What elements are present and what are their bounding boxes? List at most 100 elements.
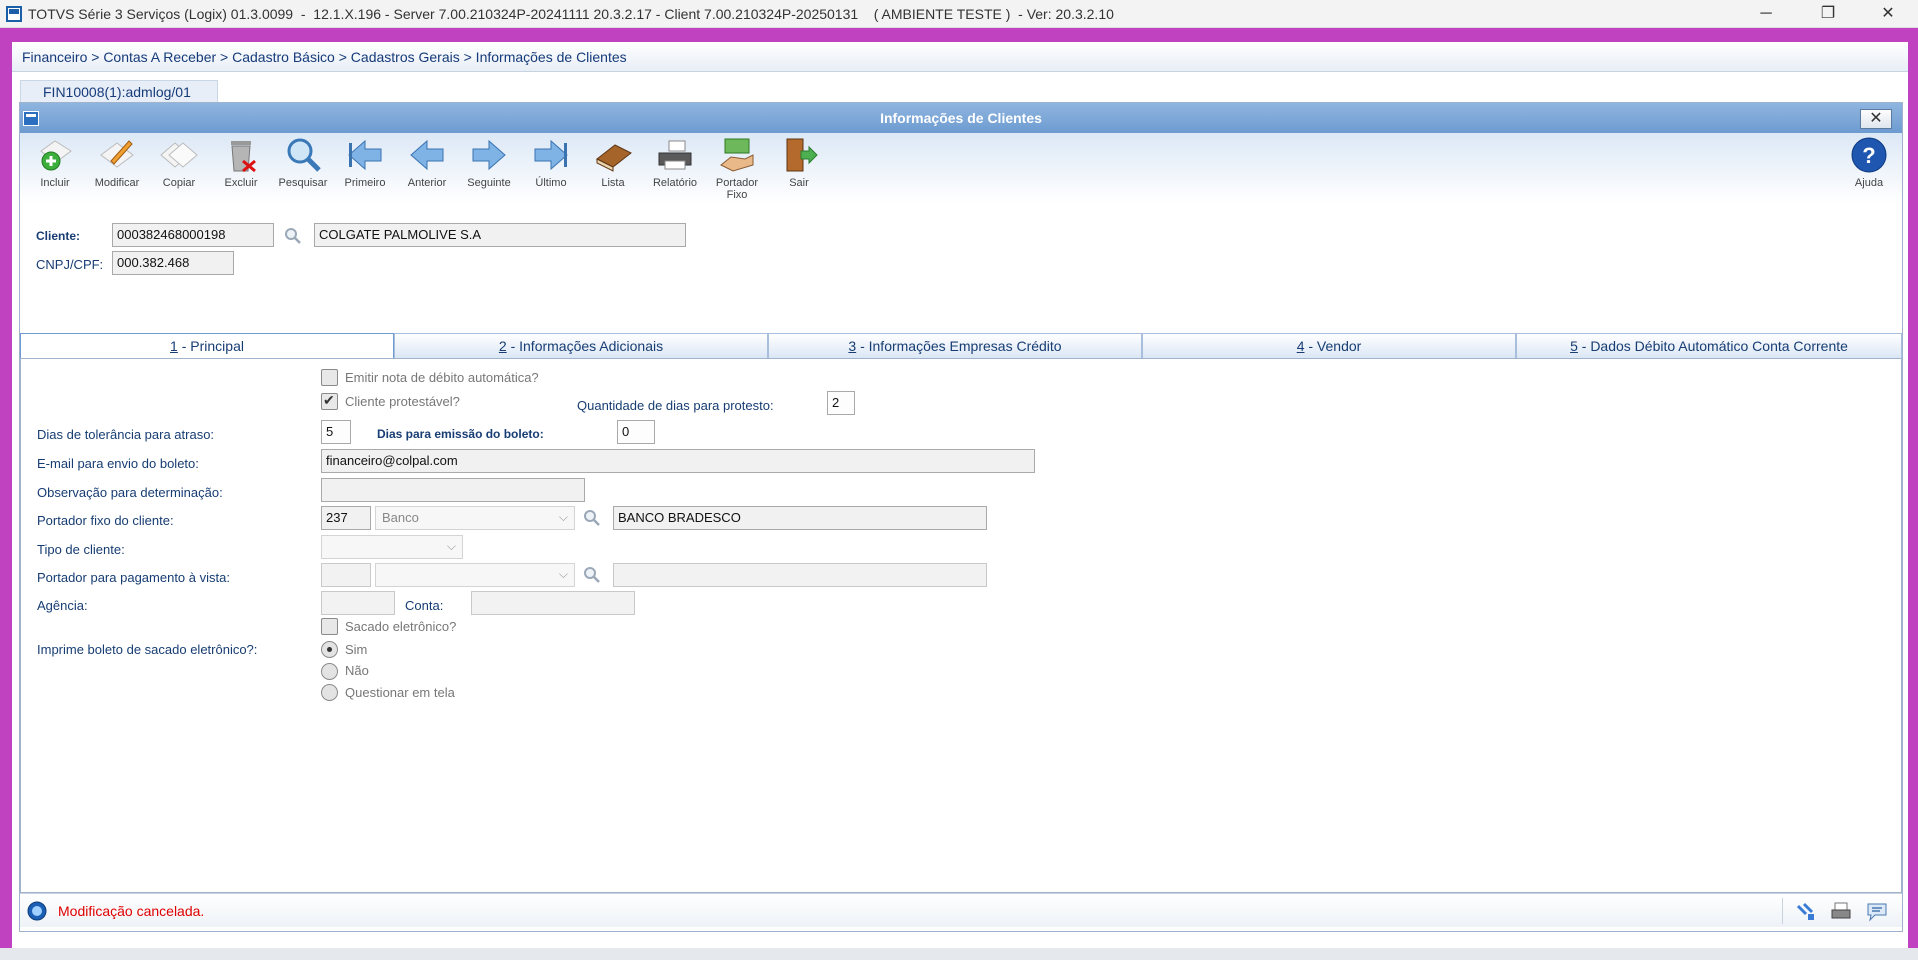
- dias-tolerancia-field[interactable]: 5: [321, 420, 351, 444]
- portador-fixo-tipo-value: Banco: [382, 510, 419, 525]
- ajuda-button[interactable]: ? Ajuda: [1840, 135, 1898, 201]
- dialog-informacoes-clientes: Informações de Clientes ✕ Incluir Modifi…: [19, 102, 1903, 932]
- cliente-search-icon[interactable]: [284, 227, 302, 245]
- conta-label: Conta:: [405, 598, 444, 613]
- printer-settings-icon[interactable]: [1830, 900, 1852, 922]
- relatorio-label: Relatório: [652, 177, 698, 189]
- trash-icon: [231, 141, 256, 173]
- email-label: E-mail para envio do boleto:: [37, 456, 199, 471]
- status-bar: Modificação cancelada.: [20, 893, 1902, 927]
- sacado-eletronico-checkbox[interactable]: [321, 618, 338, 635]
- tipo-cliente-select[interactable]: ⌵: [321, 535, 463, 559]
- cliente-protestavel-checkbox[interactable]: [321, 392, 338, 410]
- dialog-titlebar: Informações de Clientes ✕: [20, 103, 1902, 133]
- taskbar-strip: [0, 948, 1918, 960]
- pesquisar-label: Pesquisar: [278, 177, 328, 189]
- qtd-dias-protesto-label: Quantidade de dias para protesto:: [577, 398, 774, 413]
- copiar-button[interactable]: Copiar: [150, 135, 208, 201]
- email-field[interactable]: financeiro@colpal.com: [321, 449, 1035, 473]
- close-window-button[interactable]: ✕: [1868, 2, 1908, 26]
- tab-informacoes-empresas-credito[interactable]: 3 - Informações Empresas Crédito: [768, 333, 1142, 359]
- add-document-icon: [40, 140, 72, 171]
- dias-emissao-field[interactable]: 0: [617, 420, 655, 444]
- last-record-icon: [534, 139, 568, 171]
- anterior-button[interactable]: Anterior: [398, 135, 456, 201]
- cliente-label: Cliente:: [36, 229, 81, 243]
- sair-button[interactable]: Sair: [770, 135, 828, 201]
- tab-5-label: - Dados Débito Automático Conta Corrente: [1577, 338, 1848, 354]
- chevron-down-icon: ⌵: [558, 510, 568, 524]
- qtd-dias-protesto-field[interactable]: 2: [827, 391, 855, 415]
- status-divider: [1782, 898, 1783, 924]
- message-icon[interactable]: [1866, 900, 1888, 922]
- globe-icon: [27, 901, 47, 921]
- minimize-button[interactable]: ─: [1746, 2, 1786, 26]
- primeiro-button[interactable]: Primeiro: [336, 135, 394, 201]
- magnifier-icon: [287, 138, 321, 172]
- primeiro-label: Primeiro: [344, 177, 386, 189]
- dialog-close-button[interactable]: ✕: [1860, 109, 1892, 129]
- anterior-label: Anterior: [407, 177, 447, 189]
- portador-vista-label: Portador para pagamento à vista:: [37, 570, 230, 585]
- portador-fixo-label: Portador Fixo: [715, 177, 759, 201]
- portador-fixo-search-icon[interactable]: [583, 509, 601, 527]
- ultimo-label: Último: [535, 177, 567, 189]
- tab-principal[interactable]: 1 - Principal: [20, 333, 394, 359]
- relatorio-button[interactable]: Relatório: [646, 135, 704, 201]
- breadcrumb-text: Financeiro > Contas A Receber > Cadastro…: [22, 49, 627, 65]
- cliente-code-field[interactable]: 000382468000198: [112, 223, 274, 247]
- sair-label: Sair: [789, 177, 809, 189]
- tab-informacoes-adicionais[interactable]: 2 - Informações Adicionais: [394, 333, 768, 359]
- tipo-cliente-label: Tipo de cliente:: [37, 542, 125, 557]
- process-tab-label: FIN10008(1):admlog/01: [43, 84, 191, 100]
- window-titlebar: TOTVS Série 3 Serviços (Logix) 01.3.0099…: [0, 0, 1918, 28]
- tab-dados-debito-automatico[interactable]: 5 - Dados Débito Automático Conta Corren…: [1516, 333, 1902, 359]
- observacao-field[interactable]: [321, 478, 585, 502]
- emitir-nota-label: Emitir nota de débito automática?: [345, 370, 539, 385]
- lista-label: Lista: [601, 177, 625, 189]
- process-tab[interactable]: FIN10008(1):admlog/01: [20, 80, 218, 102]
- chevron-down-icon: ⌵: [446, 539, 456, 553]
- agencia-field[interactable]: [321, 591, 395, 615]
- app-icon: [6, 6, 22, 22]
- incluir-button[interactable]: Incluir: [26, 135, 84, 201]
- imprime-questionar-radio[interactable]: [321, 684, 338, 701]
- tab-2-number: 2: [498, 338, 507, 354]
- lista-button[interactable]: Lista: [584, 135, 642, 201]
- tab-4-label: - Vendor: [1304, 338, 1362, 354]
- portador-fixo-code-field[interactable]: 237: [321, 506, 371, 530]
- status-message: Modificação cancelada.: [58, 903, 205, 919]
- seguinte-button[interactable]: Seguinte: [460, 135, 518, 201]
- ultimo-button[interactable]: Último: [522, 135, 580, 201]
- modificar-label: Modificar: [94, 177, 140, 189]
- exit-door-icon: [786, 138, 818, 172]
- modificar-button[interactable]: Modificar: [88, 135, 146, 201]
- pesquisar-button[interactable]: Pesquisar: [274, 135, 332, 201]
- copiar-label: Copiar: [162, 177, 196, 189]
- imprime-nao-radio[interactable]: [321, 663, 338, 680]
- book-list-icon: [596, 144, 632, 172]
- breadcrumb: Financeiro > Contas A Receber > Cadastro…: [12, 42, 1908, 72]
- client-area: Financeiro > Contas A Receber > Cadastro…: [12, 42, 1908, 948]
- tab-principal-number: 1: [170, 338, 178, 354]
- restore-button[interactable]: ❐: [1808, 2, 1848, 26]
- imprime-questionar-label: Questionar em tela: [345, 685, 455, 700]
- excluir-button[interactable]: Excluir: [212, 135, 270, 201]
- seguinte-label: Seguinte: [467, 177, 511, 189]
- portador-fixo-button[interactable]: Portador Fixo: [708, 135, 766, 201]
- portador-fixo-tipo-select[interactable]: Banco ⌵: [375, 506, 575, 530]
- svg-text:?: ?: [1862, 143, 1875, 168]
- imprime-sim-radio[interactable]: [321, 641, 338, 658]
- portador-vista-tipo-select[interactable]: ⌵: [375, 563, 575, 587]
- portador-fixo-nome-field[interactable]: BANCO BRADESCO: [613, 506, 987, 530]
- cnpj-field[interactable]: 000.382.468: [112, 251, 234, 275]
- printer-icon: [658, 140, 692, 170]
- tab-vendor[interactable]: 4 - Vendor: [1142, 333, 1516, 359]
- emitir-nota-checkbox[interactable]: [321, 369, 338, 386]
- conta-field[interactable]: [471, 591, 635, 615]
- portador-vista-search-icon[interactable]: [583, 566, 601, 584]
- portador-vista-nome-field[interactable]: [613, 563, 987, 587]
- portador-vista-code-field[interactable]: [321, 563, 371, 587]
- connection-icon[interactable]: [1794, 900, 1816, 922]
- cliente-name-field[interactable]: COLGATE PALMOLIVE S.A: [314, 223, 686, 247]
